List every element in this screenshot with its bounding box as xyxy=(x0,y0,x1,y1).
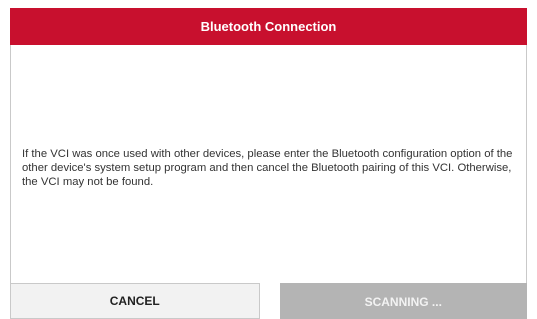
dialog-message: If the VCI was once used with other devi… xyxy=(22,148,513,188)
cancel-button[interactable]: CANCEL xyxy=(10,283,260,319)
scanning-button: SCANNING ... xyxy=(279,283,527,319)
bluetooth-connection-dialog: Bluetooth Connection If the VCI was once… xyxy=(0,0,537,319)
dialog-title: Bluetooth Connection xyxy=(200,19,337,34)
dialog-body: If the VCI was once used with other devi… xyxy=(10,45,527,283)
dialog-button-row: CANCEL SCANNING ... xyxy=(10,283,527,319)
scanning-button-label: SCANNING ... xyxy=(364,294,442,309)
dialog-title-bar: Bluetooth Connection xyxy=(10,8,527,45)
cancel-button-label: CANCEL xyxy=(109,294,160,308)
